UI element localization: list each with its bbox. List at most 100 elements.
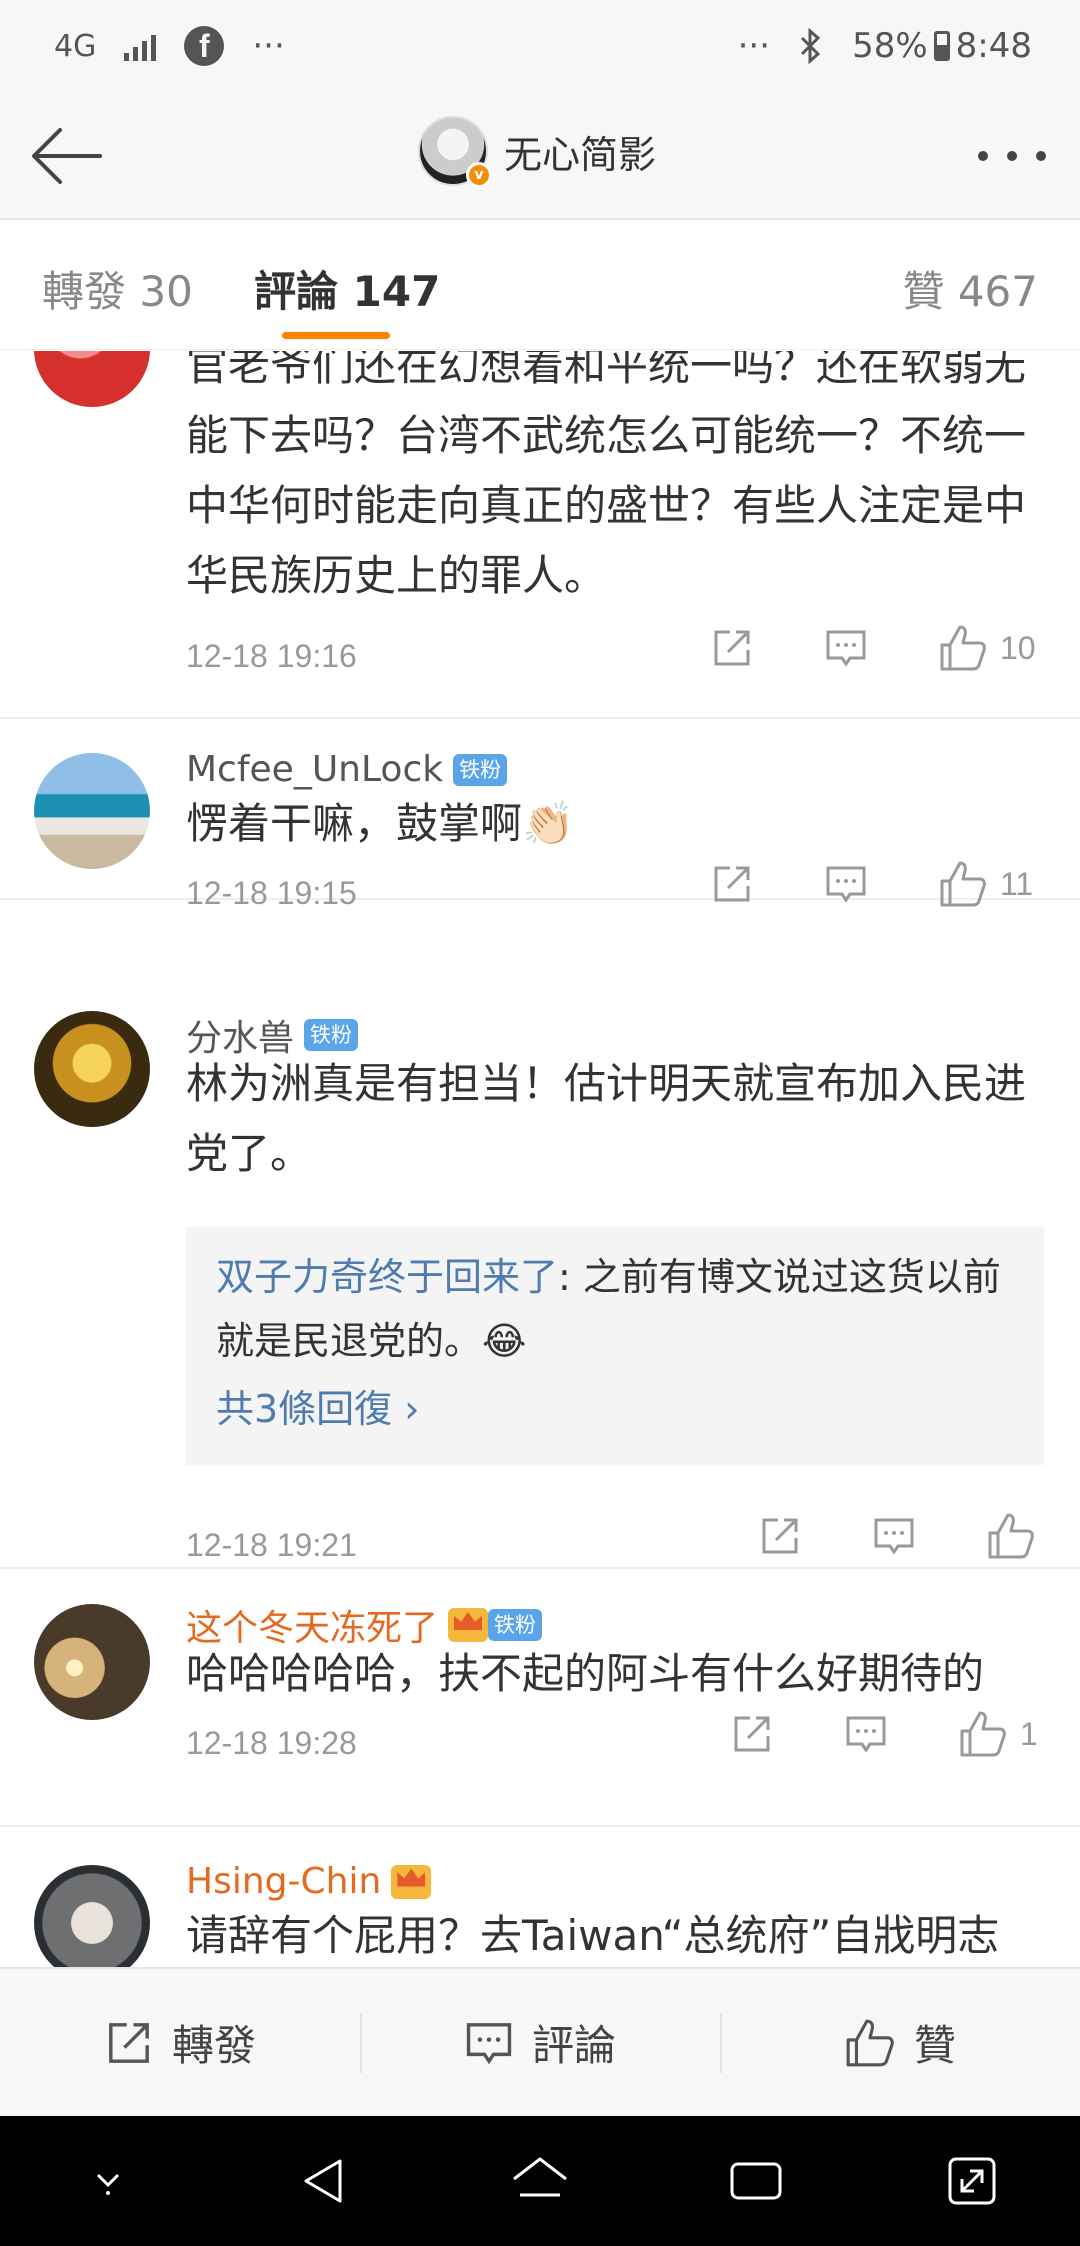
comment-actions: 10 [710, 623, 1036, 673]
verified-badge: v [466, 162, 492, 188]
thumbs-up-icon [960, 1711, 1006, 1757]
avatar[interactable] [34, 1604, 150, 1720]
reply-button[interactable] [872, 1514, 986, 1558]
tab-reposts[interactable]: 轉發 30 [42, 258, 193, 319]
battery-percent: 58% [852, 26, 928, 66]
username[interactable]: Hsing-Chin [186, 1861, 432, 1902]
fan-badge: 铁粉 [453, 753, 508, 786]
more-options-button[interactable] [972, 132, 1052, 180]
comment-text: 请辞有个屁用？去Taiwan“总统府”自戕明志 [186, 1911, 1000, 1960]
back-nav-button[interactable] [284, 2141, 364, 2221]
tab-likes[interactable]: 贊 467 [902, 258, 1038, 319]
share-icon [109, 2022, 149, 2063]
bottom-action-bar: 轉發 評論 贊 [0, 1967, 1080, 2116]
vip-crown-icon [448, 1608, 489, 1642]
comment-button[interactable]: 評論 [360, 1969, 720, 2116]
like-count: 10 [1000, 629, 1036, 666]
share-button[interactable] [730, 1712, 844, 1756]
bluetooth-icon [801, 28, 821, 64]
comment-icon [826, 630, 866, 667]
comment-text: 林为洲真是有担当！估计明天就宣布加入民进党了。 [186, 1059, 1027, 1178]
dot-icon [1007, 151, 1017, 161]
home-nav-button[interactable] [500, 2141, 580, 2221]
comment-time: 12-18 19:28 [186, 1725, 357, 1761]
comment-time: 12-18 19:15 [186, 875, 357, 911]
like-button[interactable]: 10 [938, 623, 1036, 673]
avatar[interactable] [34, 351, 150, 407]
title-bar: v 无心简影 [0, 92, 1080, 220]
reply-button[interactable] [844, 1712, 958, 1756]
reply-button[interactable] [824, 626, 938, 670]
dot-icon [978, 151, 988, 161]
hide-nav-button[interactable] [68, 2141, 148, 2221]
recents-icon [730, 2162, 782, 2200]
reply-button[interactable] [824, 862, 938, 906]
repost-label: 轉發 [171, 2021, 256, 2070]
comment-text: 官老爷们还在幻想着和平统一吗？还在软弱无能下去吗？台湾不武统怎么可能统一？不统一… [186, 351, 1027, 600]
more-notifications-icon: ··· [252, 26, 285, 66]
tab-comments[interactable]: 評論 147 [254, 258, 440, 319]
username[interactable]: Mcfee_UnLock 铁粉 [186, 749, 508, 790]
share-button[interactable] [758, 1514, 872, 1558]
post-author[interactable]: v 无心简影 [418, 116, 656, 188]
avatar[interactable] [34, 1011, 150, 1127]
username-text: Mcfee_UnLock [186, 749, 444, 790]
thumbs-up-icon [940, 861, 986, 907]
like-count: 1 [1020, 1715, 1038, 1752]
avatar[interactable]: v [418, 116, 492, 188]
comment-time: 12-18 19:16 [186, 638, 357, 674]
view-all-replies-link[interactable]: 共3條回復 › [216, 1377, 1014, 1441]
thumbs-up-icon [846, 2019, 894, 2066]
comment-icon [846, 1716, 886, 1753]
repost-button[interactable]: 轉發 [0, 1969, 360, 2116]
avatar[interactable] [34, 753, 150, 869]
share-icon [762, 1518, 798, 1554]
comment-icon [826, 866, 866, 903]
avatar[interactable] [34, 1865, 150, 1967]
comment-list[interactable]: 官老爷们还在幻想着和平统一吗？还在软弱无能下去吗？台湾不武统怎么可能统一？不统一… [0, 351, 1080, 1967]
like-count: 11 [1000, 865, 1034, 902]
share-button[interactable] [710, 626, 824, 670]
recents-nav-button[interactable] [716, 2141, 796, 2221]
like-button[interactable]: 贊 [720, 1969, 1080, 2116]
facebook-icon: f [184, 26, 225, 66]
vip-crown-icon [391, 1864, 432, 1899]
like-button[interactable]: 1 [958, 1709, 1038, 1759]
home-icon [513, 2157, 567, 2197]
share-button[interactable] [710, 862, 824, 906]
username-text: Hsing-Chin [186, 1861, 382, 1902]
share-icon [734, 1716, 770, 1752]
status-bar: 4G f ··· ··· 58% 8:48 [0, 0, 1080, 92]
reply-content: 双子力奇终于回来了: 之前有博文说过这货以前就是民退党的。😂 [216, 1245, 1014, 1373]
overflow-icon: ··· [737, 26, 771, 66]
back-triangle-icon [304, 2159, 342, 2203]
comment-item: 官老爷们还在幻想着和平统一吗？还在软弱无能下去吗？台湾不武统怎么可能统一？不统一… [0, 351, 1080, 719]
comment-item: Hsing-Chin 请辞有个屁用？去Taiwan“总统府”自戕明志 [0, 1827, 1080, 1967]
tab-bar: 轉發 30 評論 147 贊 467 [0, 220, 1080, 350]
like-button[interactable] [986, 1511, 1048, 1561]
reply-username[interactable]: 双子力奇终于回来了 [216, 1255, 558, 1299]
clock: 8:48 [955, 26, 1032, 66]
comment-icon [466, 2022, 512, 2064]
chevron-down-icon [96, 2173, 120, 2195]
comment-actions [758, 1511, 1048, 1561]
dot-icon [1036, 151, 1046, 161]
comment-item: 这个冬天冻死了 铁粉 哈哈哈哈哈，扶不起的阿斗有什么好期待的 12-18 19:… [0, 1569, 1080, 1827]
comment-actions: 1 [730, 1709, 1038, 1759]
comment-icon [874, 1518, 914, 1555]
comment-text: 哈哈哈哈哈，扶不起的阿斗有什么好期待的 [186, 1649, 985, 1698]
like-button[interactable]: 11 [938, 859, 1033, 909]
comment-item: 分水兽 铁粉 林为洲真是有担当！估计明天就宣布加入民进党了。 双子力奇终于回来了… [0, 979, 1080, 1569]
rotate-nav-button[interactable] [932, 2141, 1012, 2221]
signal-icon [124, 31, 157, 61]
comment-time: 12-18 19:21 [186, 1527, 357, 1563]
thumbs-up-icon [988, 1513, 1034, 1559]
battery-icon [933, 31, 950, 61]
reply-preview[interactable]: 双子力奇终于回来了: 之前有博文说过这货以前就是民退党的。😂 共3條回復 › [186, 1227, 1044, 1465]
back-arrow-icon [32, 128, 102, 184]
fan-badge: 铁粉 [304, 1019, 359, 1051]
share-icon [714, 630, 750, 666]
comment-text: 愣着干嘛，鼓掌啊👏🏻 [186, 799, 575, 848]
back-button[interactable] [28, 120, 104, 192]
active-tab-indicator [282, 332, 390, 339]
